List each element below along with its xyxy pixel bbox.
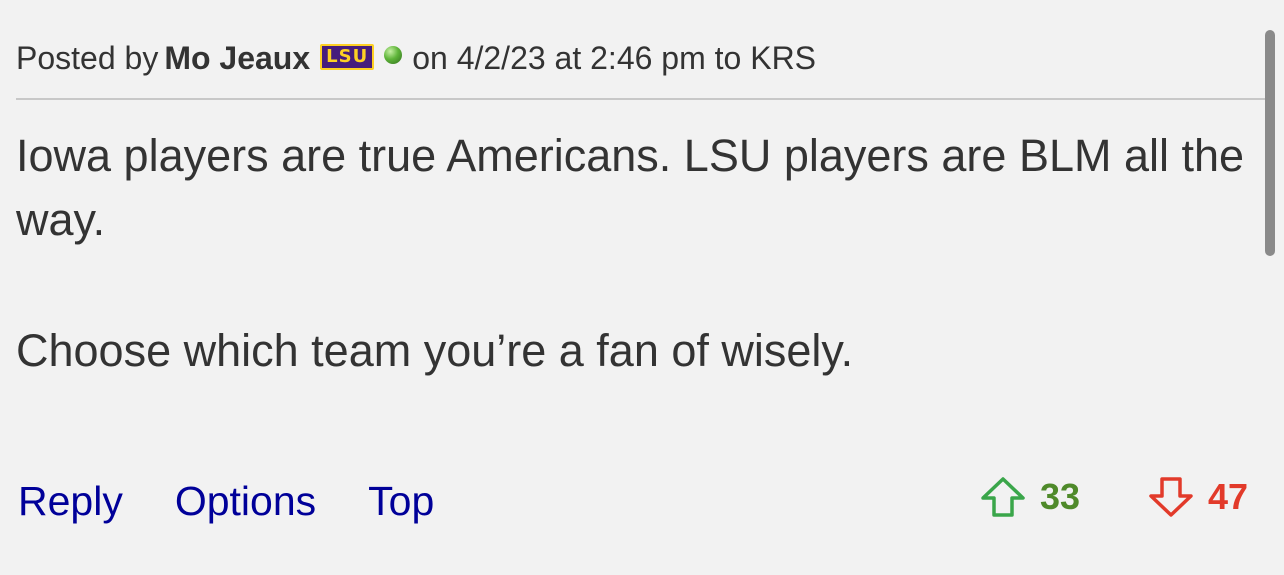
- arrow-up-outline-icon: [981, 477, 1025, 517]
- author-name[interactable]: Mo Jeaux: [164, 40, 310, 76]
- scrollbar[interactable]: [1265, 30, 1275, 256]
- post-meta: on 4/2/23 at 2:46 pm to KRS: [412, 40, 817, 76]
- reply-link[interactable]: Reply: [18, 478, 123, 524]
- upvote-count: 33: [1040, 476, 1081, 517]
- forum-post: Posted by Mo Jeaux LSU on 4/2/23 at 2:46 pm…: [0, 0, 1284, 575]
- lsu-team-logo: LSU: [320, 43, 375, 70]
- online-status-icon: [384, 45, 403, 64]
- top-link[interactable]: Top: [368, 478, 434, 524]
- options-link[interactable]: Options: [175, 478, 316, 524]
- post-body: Iowa players are true Americans. LSU pla…: [16, 124, 1266, 383]
- post-actions: Reply Options Top: [18, 476, 486, 526]
- posted-by-label: Posted by: [16, 40, 159, 76]
- post-header: Posted by Mo Jeaux LSU on 4/2/23 at 2:46 pm…: [16, 36, 1266, 80]
- header-divider: [16, 98, 1268, 100]
- post-paragraph: Choose which team you’re a fan of wisely…: [16, 325, 854, 376]
- post-paragraph: Iowa players are true Americans. LSU pla…: [16, 130, 1245, 245]
- arrow-down-outline-icon: [1149, 477, 1193, 517]
- upvote-button[interactable]: 33: [980, 472, 1080, 522]
- downvote-count: 47: [1208, 476, 1249, 517]
- downvote-button[interactable]: 47: [1148, 472, 1248, 522]
